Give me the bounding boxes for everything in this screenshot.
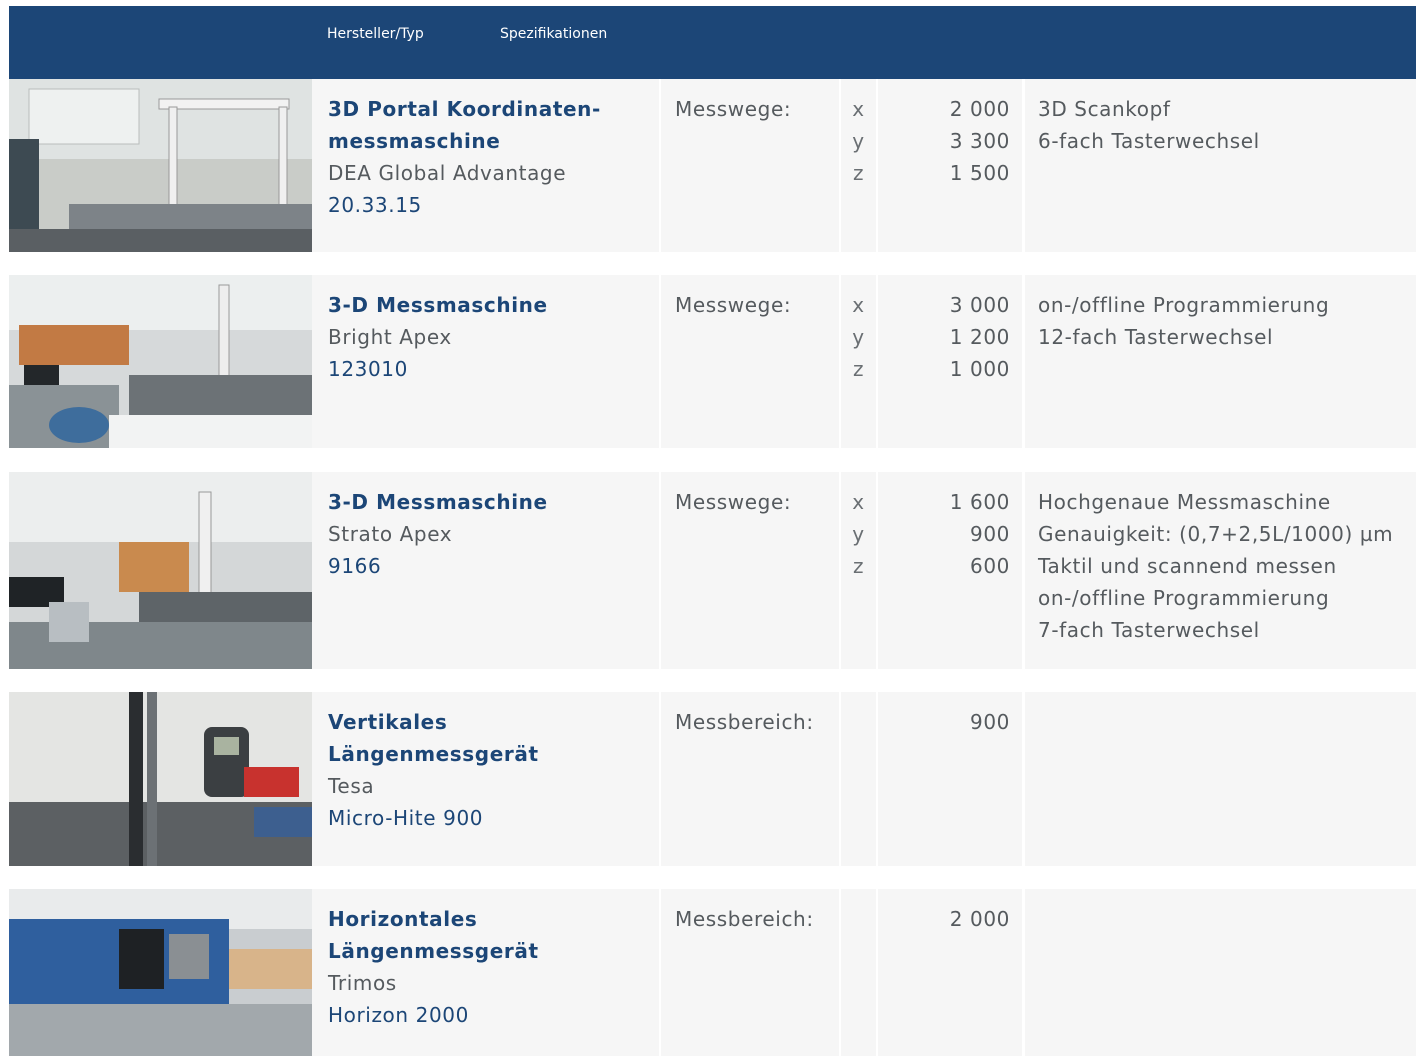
spec-value: 2 000	[949, 907, 1010, 931]
table-row: 3D Portal Koordinaten- messmaschine DEA …	[9, 79, 1416, 252]
column-header-manufacturer: Hersteller/Typ	[327, 26, 424, 42]
machine-type: Horizon 2000	[328, 1003, 469, 1027]
spec-value: 1 600	[949, 490, 1010, 514]
column-header-specifications: Spezifikationen	[500, 26, 608, 42]
machine-title-line: 3D Portal Koordinaten-	[328, 97, 601, 121]
axis-label: x	[852, 293, 865, 317]
machine-title-line: Horizontales	[328, 907, 478, 931]
table-row: 3-D Messmaschine Strato Apex 9166 Messwe…	[9, 472, 1416, 669]
spec-label: Messwege:	[675, 490, 792, 514]
machine-title-line: 3-D Messmaschine	[328, 293, 548, 317]
axis-label: z	[852, 357, 865, 381]
machine-photo	[9, 275, 312, 448]
axis-label: z	[852, 554, 865, 578]
spec-note: 12-fach Tasterwechsel	[1038, 325, 1274, 349]
machine-manufacturer: Trimos	[328, 971, 397, 995]
spec-value: 900	[970, 710, 1010, 734]
spec-value: 600	[970, 554, 1010, 578]
table-row: Horizontales Längenmessgerät Trimos Hori…	[9, 889, 1416, 1056]
axis-label: x	[852, 490, 865, 514]
axis-label: z	[852, 161, 865, 185]
spec-label: Messwege:	[675, 293, 792, 317]
machine-photo	[9, 472, 312, 669]
spec-value: 1 000	[949, 357, 1010, 381]
machine-manufacturer: Bright Apex	[328, 325, 452, 349]
spec-value: 3 300	[949, 129, 1010, 153]
machine-title-line: Vertikales	[328, 710, 448, 734]
machine-title-line: Längenmessgerät	[328, 742, 539, 766]
machine-type: 20.33.15	[328, 193, 422, 217]
machine-title-line: 3-D Messmaschine	[328, 490, 548, 514]
machine-manufacturer: DEA Global Advantage	[328, 161, 567, 185]
machine-type: 9166	[328, 554, 382, 578]
machine-manufacturer: Tesa	[328, 774, 375, 798]
axis-label: y	[852, 129, 865, 153]
axis-label: x	[852, 97, 865, 121]
spec-note: Hochgenaue Messmaschine	[1038, 490, 1331, 514]
spec-label: Messbereich:	[675, 710, 814, 734]
spec-value: 2 000	[949, 97, 1010, 121]
machine-photo	[9, 79, 312, 252]
machine-photo	[9, 692, 312, 866]
spec-note: 6-fach Tasterwechsel	[1038, 129, 1260, 153]
spec-note: 3D Scankopf	[1038, 97, 1171, 121]
spec-value: 1 500	[949, 161, 1010, 185]
machine-type: 123010	[328, 357, 408, 381]
spec-label: Messwege:	[675, 97, 792, 121]
table-header: Hersteller/Typ Spezifikationen	[9, 6, 1416, 79]
spec-note: 7-fach Tasterwechsel	[1038, 618, 1260, 642]
spec-value: 3 000	[949, 293, 1010, 317]
machine-manufacturer: Strato Apex	[328, 522, 453, 546]
axis-label: y	[852, 522, 865, 546]
spec-note: Genauigkeit: (0,7+2,5L/1000) µm	[1038, 522, 1394, 546]
spec-note: on-/offline Programmierung	[1038, 293, 1330, 317]
machine-type: Micro-Hite 900	[328, 806, 484, 830]
table-row: Vertikales Längenmessgerät Tesa Micro-Hi…	[9, 692, 1416, 866]
table-row: 3-D Messmaschine Bright Apex 123010 Mess…	[9, 275, 1416, 448]
spec-label: Messbereich:	[675, 907, 814, 931]
spec-value: 900	[970, 522, 1010, 546]
machine-title-line: Längenmessgerät	[328, 939, 539, 963]
spec-value: 1 200	[949, 325, 1010, 349]
axis-label: y	[852, 325, 865, 349]
spec-note: on-/offline Programmierung	[1038, 586, 1330, 610]
machine-title-line: messmaschine	[328, 129, 501, 153]
machine-photo	[9, 889, 312, 1056]
spec-note: Taktil und scannend messen	[1038, 554, 1337, 578]
